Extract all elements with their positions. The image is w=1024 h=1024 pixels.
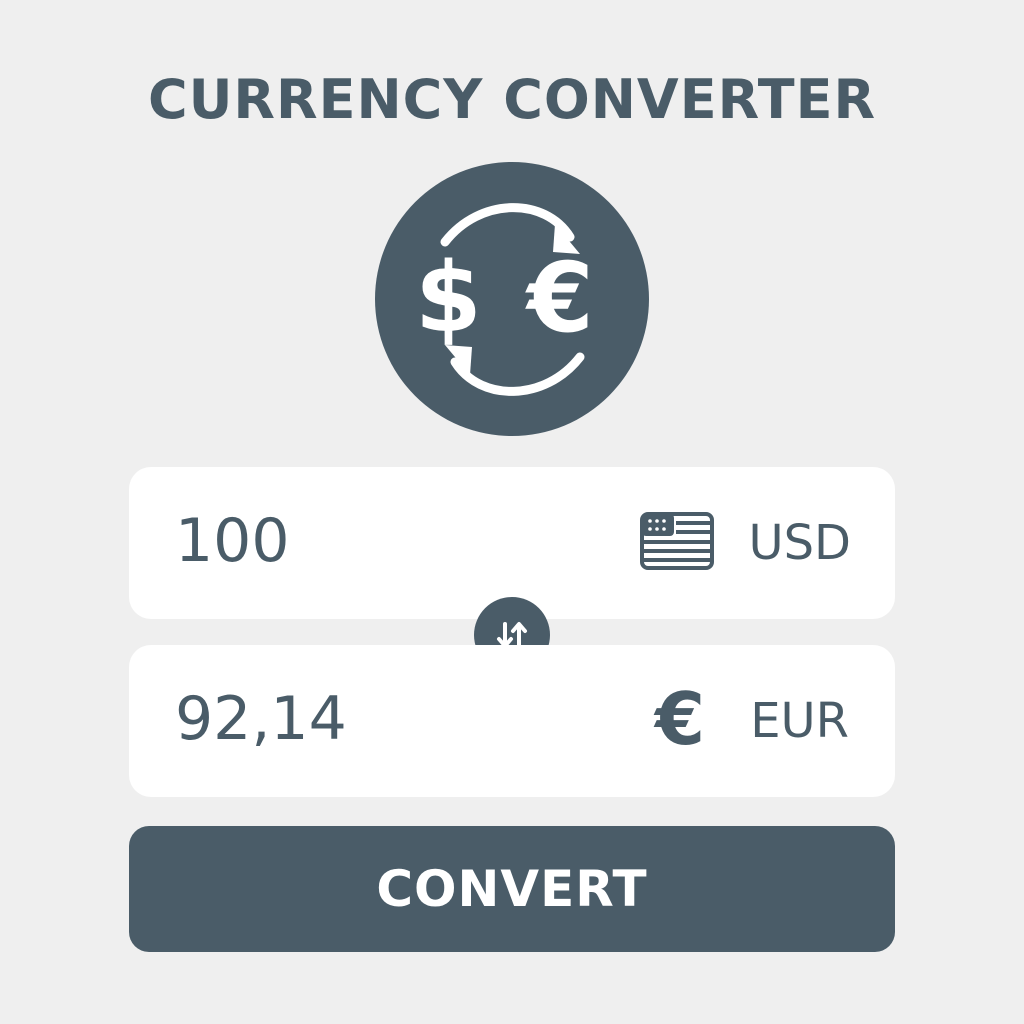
from-amount-input[interactable]: 100 [175,511,290,571]
to-currency-field[interactable]: 92,14 € EUR [129,645,895,797]
euro-icon: € [655,677,706,761]
to-currency-code[interactable]: EUR [750,697,849,745]
currency-exchange-icon: $ € [375,162,649,436]
us-flag-icon [640,512,714,574]
page-title: CURRENCY CONVERTER [147,68,877,131]
dollar-sign: $ [415,242,482,354]
to-amount-output: 92,14 [175,684,347,754]
euro-sign: € [527,242,594,354]
from-currency-code[interactable]: USD [748,519,851,567]
convert-button[interactable]: CONVERT [129,826,895,952]
